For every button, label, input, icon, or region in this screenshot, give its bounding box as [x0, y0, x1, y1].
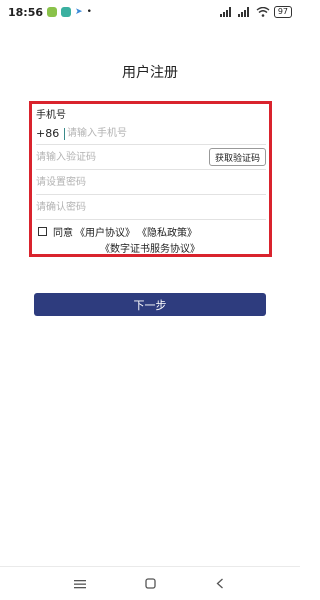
- wifi-icon: [256, 7, 270, 17]
- dot-icon: •: [86, 7, 92, 17]
- password-row: [36, 170, 266, 195]
- back-icon[interactable]: [210, 574, 230, 594]
- registration-form: 手机号 +86 获取验证码 同意 《用户协议》 《隐私政策》: [29, 101, 272, 257]
- phone-input[interactable]: [67, 124, 266, 143]
- form-fields: 手机号 +86 获取验证码 同意 《用户协议》 《隐私政策》: [36, 109, 266, 258]
- status-time: 18:56: [8, 5, 44, 19]
- home-icon[interactable]: [140, 574, 160, 594]
- password-input[interactable]: [36, 173, 266, 191]
- status-right: 97: [219, 6, 292, 18]
- menu-icon[interactable]: [70, 574, 90, 594]
- agreement-row: 同意 《用户协议》 《隐私政策》: [36, 222, 266, 240]
- signal-icon: [219, 7, 231, 17]
- phone-row: +86: [36, 123, 266, 145]
- status-bar: 18:56 ➤ • 97: [0, 0, 300, 24]
- navigation-bar: [0, 566, 300, 600]
- privacy-policy-link[interactable]: 《隐私政策》: [137, 224, 197, 239]
- next-step-button[interactable]: 下一步: [34, 293, 266, 316]
- agree-checkbox[interactable]: [38, 226, 47, 236]
- get-code-button[interactable]: 获取验证码: [208, 148, 266, 166]
- send-icon: ➤: [75, 7, 83, 17]
- registration-screen: 18:56 ➤ • 97 用户注册 手机号 +86 请输入手机号 请输入验证码 …: [0, 0, 300, 600]
- app-notification-icon: [47, 7, 58, 17]
- user-agreement-link[interactable]: 《用户协议》: [75, 224, 135, 239]
- battery-level: 97: [273, 6, 292, 18]
- phone-label: 手机号: [36, 110, 66, 121]
- signal-icon: [237, 7, 249, 17]
- agree-label: 同意: [53, 227, 73, 239]
- code-row: 获取验证码: [36, 145, 266, 170]
- app-notification-icon: [61, 7, 72, 17]
- page-title: 用户注册: [122, 65, 178, 81]
- cert-agreement-link[interactable]: 《数字证书服务协议》: [100, 244, 200, 255]
- country-code[interactable]: +86: [36, 127, 64, 140]
- status-left: 18:56 ➤ •: [8, 6, 92, 19]
- confirm-password-input[interactable]: [36, 198, 266, 216]
- text-cursor: [64, 127, 65, 140]
- verification-code-input[interactable]: [36, 148, 209, 166]
- agreement-row-2: 《数字证书服务协议》: [36, 242, 266, 258]
- confirm-password-row: [36, 195, 266, 220]
